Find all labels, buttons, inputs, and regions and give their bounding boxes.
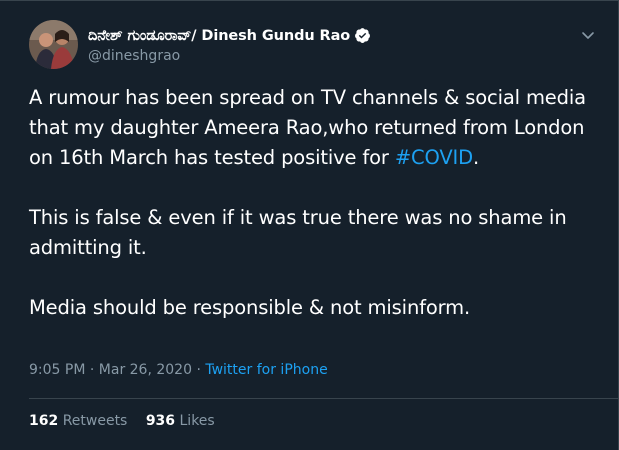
tweet-paragraph-1: A rumour has been spread on TV channels …	[29, 83, 599, 173]
author-display-name[interactable]: ದಿನೇಶ್ ಗುಂಡೂರಾವ್/ Dinesh Gundu Rao	[88, 28, 350, 44]
verified-badge-icon	[354, 27, 371, 44]
retweets-stat[interactable]: 162 Retweets	[29, 413, 127, 429]
author-handle[interactable]: @dineshgrao	[88, 48, 180, 64]
tweet-text: A rumour has been spread on TV channels …	[29, 83, 599, 323]
tweet-text-segment: .	[473, 146, 480, 169]
divider	[29, 398, 618, 399]
tweet-stats: 162 Retweets 936 Likes	[29, 413, 229, 429]
retweets-label: Retweets	[62, 413, 128, 429]
likes-stat[interactable]: 936 Likes	[146, 413, 215, 429]
tweet-meta: 9:05 PM · Mar 26, 2020 · Twitter for iPh…	[29, 362, 328, 378]
likes-count: 936	[145, 413, 176, 429]
tweet-time[interactable]: 9:05 PM	[29, 362, 85, 378]
tweet-source-link[interactable]: Twitter for iPhone	[205, 362, 327, 378]
retweets-count: 162	[29, 413, 59, 429]
chevron-down-icon[interactable]	[580, 27, 596, 43]
tweet-text-segment: A rumour has been spread on TV channels …	[29, 86, 586, 169]
avatar[interactable]	[29, 20, 78, 69]
tweet-date[interactable]: Mar 26, 2020	[99, 362, 192, 378]
tweet-paragraph-3: Media should be responsible & not misinf…	[29, 296, 471, 319]
meta-separator: ·	[89, 362, 95, 378]
tweet-paragraph-2: This is false & even if it was true ther…	[29, 206, 567, 259]
likes-label: Likes	[179, 413, 215, 429]
author-name-row[interactable]: ದಿನೇಶ್ ಗುಂಡೂರಾವ್/ Dinesh Gundu Rao	[88, 27, 371, 44]
meta-separator: ·	[196, 362, 201, 378]
tweet-card: ದಿನೇಶ್ ಗುಂಡೂರಾವ್/ Dinesh Gundu Rao @dine…	[0, 0, 619, 450]
hashtag-link[interactable]: #COVID	[395, 146, 473, 169]
